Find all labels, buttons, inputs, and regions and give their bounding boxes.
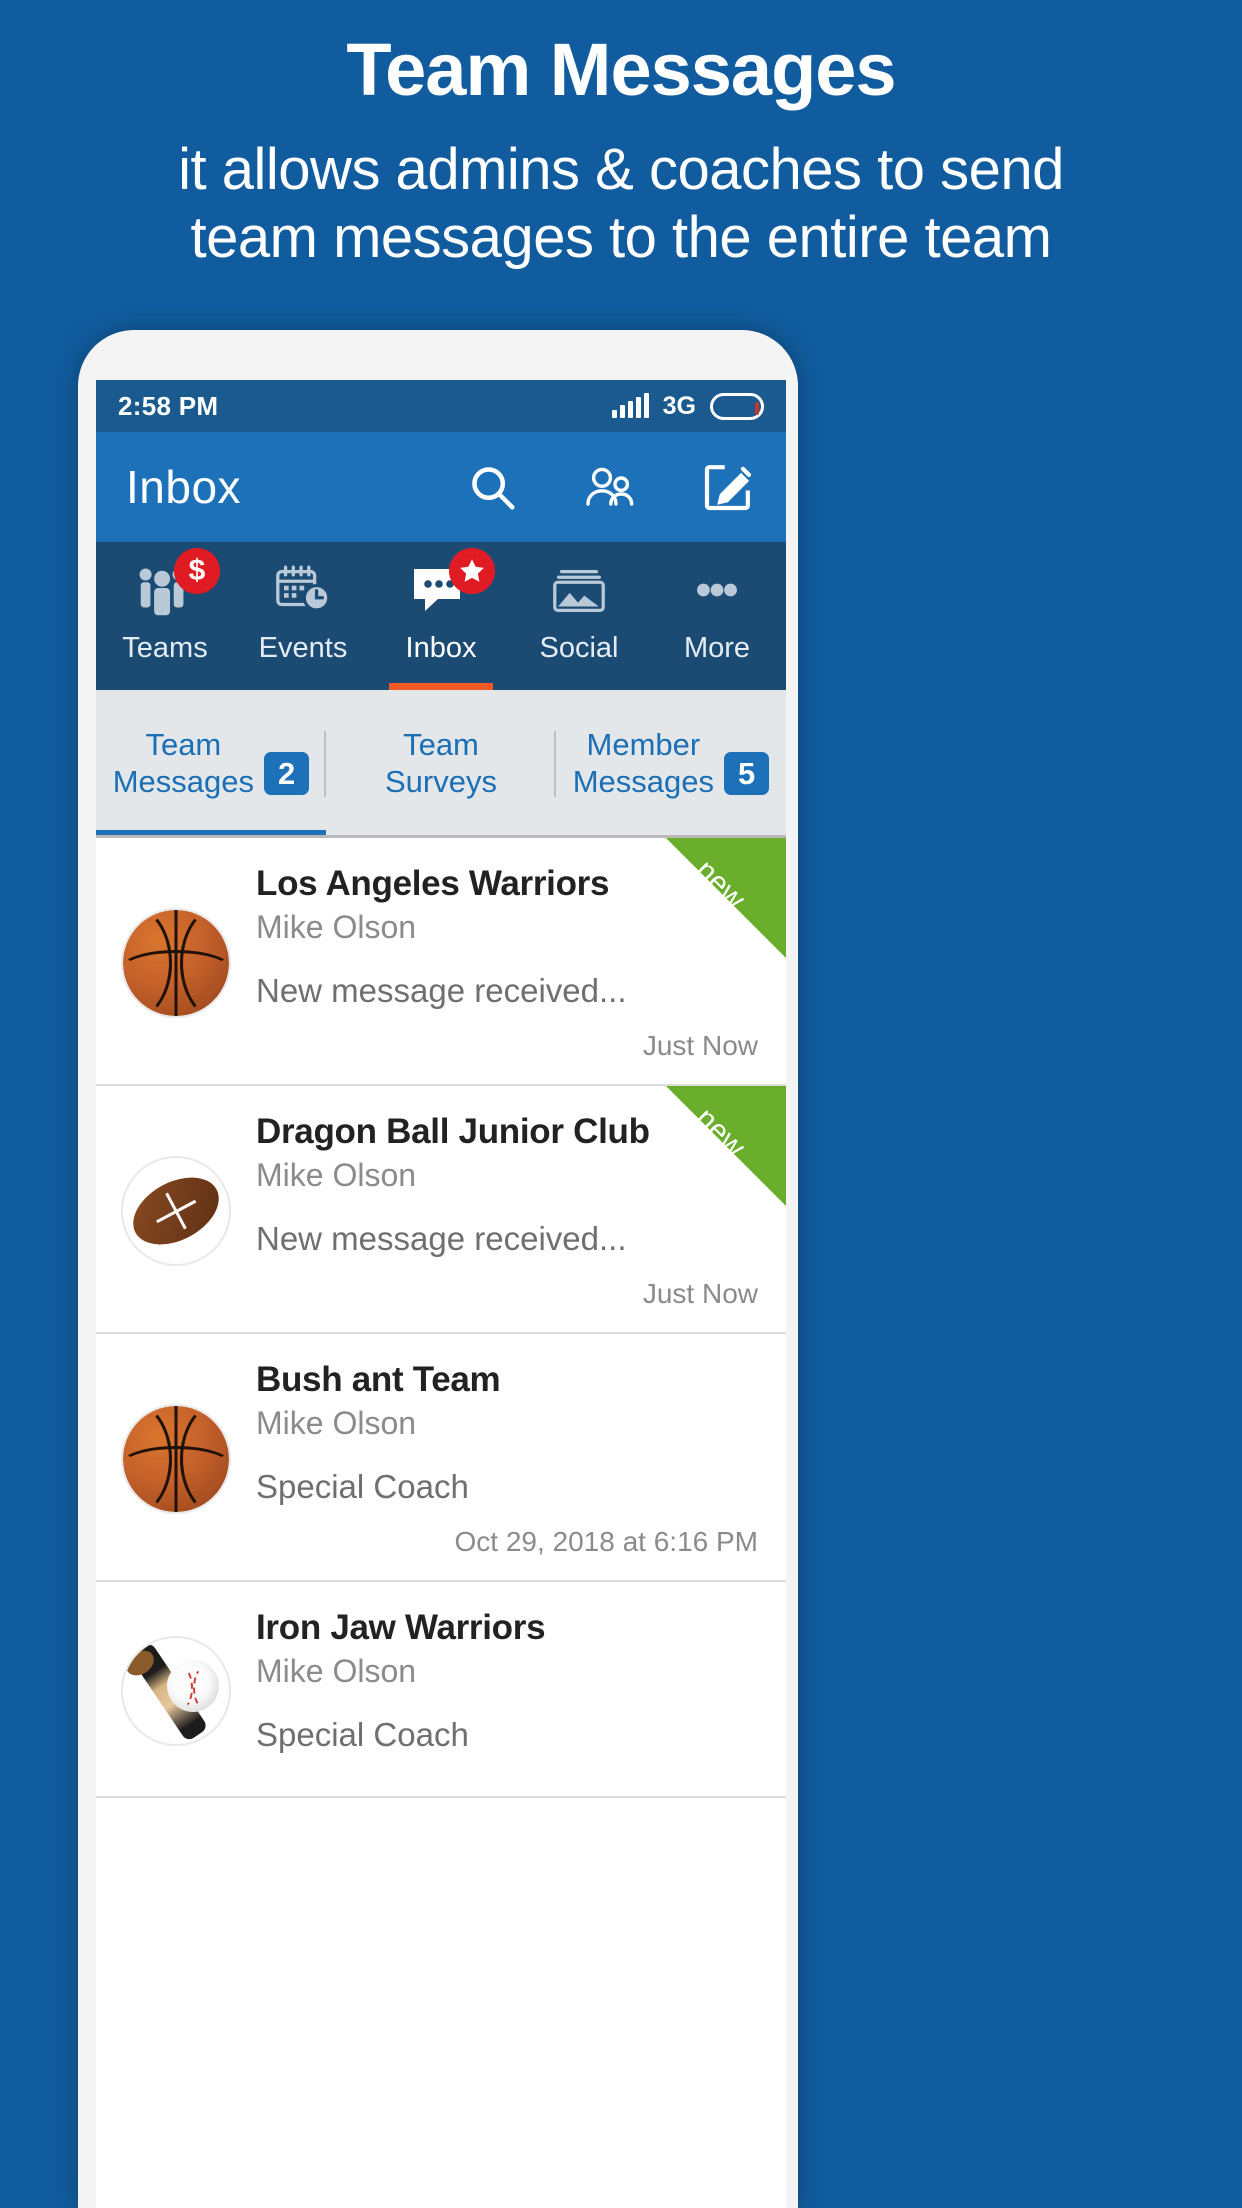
basketball-icon: [123, 910, 229, 1016]
message-timestamp: Just Now: [642, 1278, 758, 1309]
message-timestamp: Oct 29, 2018 at 6:16 PM: [454, 1526, 758, 1557]
message-body: Los Angeles Warriors Mike Olson New mess…: [256, 864, 786, 1062]
baseball-bat-icon: [123, 1638, 229, 1744]
search-icon[interactable]: [464, 459, 520, 515]
table-row[interactable]: Los Angeles Warriors Mike Olson New mess…: [96, 838, 786, 1086]
app-bar-title: Inbox: [126, 461, 242, 513]
chat-bubble-icon: [409, 548, 495, 622]
signal-bars-icon: [611, 393, 649, 418]
sub-tabs: Team Messages 2 Team Surveys Member Mess…: [96, 690, 786, 838]
tab-team-surveys[interactable]: Team Surveys: [326, 690, 556, 838]
message-team-name: Los Angeles Warriors: [256, 864, 610, 903]
tab-line-1: Team: [145, 727, 222, 763]
tab-line-2: Messages: [112, 764, 255, 799]
avatar: [123, 1158, 229, 1264]
table-row[interactable]: Dragon Ball Junior Club Mike Olson New m…: [96, 1086, 786, 1334]
tab-line-1: Member: [586, 727, 701, 763]
message-body: Dragon Ball Junior Club Mike Olson New m…: [256, 1112, 786, 1310]
calendar-clock-icon: [272, 558, 334, 622]
nav-label-social: Social: [539, 632, 619, 664]
nav-label-more: More: [683, 632, 751, 664]
nav-item-social[interactable]: Social: [510, 542, 648, 690]
message-team-name: Dragon Ball Junior Club: [256, 1112, 650, 1151]
message-preview: New message received...: [256, 972, 627, 1009]
avatar-cell: [96, 1608, 256, 1774]
nav-item-teams[interactable]: $ Teams: [96, 542, 234, 690]
avatar: [123, 1638, 229, 1744]
inbox-badge-star: [449, 548, 495, 594]
nav-item-more[interactable]: More: [648, 542, 786, 690]
tab-line-2: Surveys: [385, 764, 497, 799]
main-nav: $ Teams Events Inbox Social More: [96, 542, 786, 690]
message-preview: Special Coach: [256, 1716, 469, 1753]
message-sender: Mike Olson: [256, 1405, 417, 1441]
message-timestamp: Just Now: [642, 1030, 758, 1061]
tab-team-messages-badge: 2: [264, 751, 310, 795]
message-preview: Special Coach: [256, 1468, 469, 1505]
avatar-cell: [96, 1360, 256, 1558]
promo-subtitle: it allows admins & coaches to send team …: [178, 136, 1064, 271]
teams-badge: $: [174, 548, 220, 594]
tab-line-1: Team: [403, 727, 479, 763]
nav-label-events: Events: [258, 632, 348, 664]
message-sender: Mike Olson: [256, 909, 417, 945]
people-icon[interactable]: [582, 459, 638, 515]
people-group-icon: $: [132, 548, 220, 622]
nav-label-teams: Teams: [122, 632, 208, 664]
avatar: [123, 910, 229, 1016]
nav-item-events[interactable]: Events: [234, 542, 372, 690]
message-team-name: Bush ant Team: [256, 1360, 501, 1399]
nav-item-inbox[interactable]: Inbox: [372, 542, 510, 690]
network-type-label: 3G: [662, 391, 696, 420]
compose-icon[interactable]: [700, 459, 756, 515]
photo-stack-icon: [548, 558, 610, 622]
app-bar: Inbox: [96, 432, 786, 542]
message-sender: Mike Olson: [256, 1653, 417, 1689]
basketball-icon: [123, 1406, 229, 1512]
avatar-cell: [96, 864, 256, 1062]
message-preview: New message received...: [256, 1220, 627, 1257]
message-body: Iron Jaw Warriors Mike Olson Special Coa…: [256, 1608, 786, 1774]
avatar-cell: [96, 1112, 256, 1310]
status-bar: 2:58 PM 3G: [96, 380, 786, 432]
tab-member-messages-label: Member Messages: [573, 727, 714, 800]
tab-team-messages-label: Team Messages: [113, 727, 254, 800]
nav-label-inbox: Inbox: [405, 632, 477, 664]
football-icon: [123, 1158, 229, 1264]
phone-mockup: 2:58 PM 3G Inbox $ Teams Events Inbox So…: [78, 330, 798, 2208]
message-team-name: Iron Jaw Warriors: [256, 1608, 546, 1647]
tab-team-messages[interactable]: Team Messages 2: [96, 690, 326, 838]
promo-header: Team Messages it allows admins & coaches…: [0, 0, 1242, 273]
message-sender: Mike Olson: [256, 1157, 417, 1193]
ellipsis-icon: [686, 558, 748, 622]
status-indicators: 3G: [611, 391, 764, 421]
tab-team-surveys-label: Team Surveys: [385, 727, 497, 800]
table-row[interactable]: Iron Jaw Warriors Mike Olson Special Coa…: [96, 1582, 786, 1798]
tab-line-2: Messages: [572, 764, 715, 799]
message-body: Bush ant Team Mike Olson Special Coach O…: [256, 1360, 786, 1558]
page-title: Team Messages: [346, 28, 896, 111]
app-bar-actions: [464, 459, 756, 515]
tab-member-messages-badge: 5: [724, 751, 770, 795]
avatar: [123, 1406, 229, 1512]
battery-icon: [710, 392, 764, 420]
nav-active-indicator: [388, 683, 494, 690]
message-list: Los Angeles Warriors Mike Olson New mess…: [96, 838, 786, 1798]
table-row[interactable]: Bush ant Team Mike Olson Special Coach O…: [96, 1334, 786, 1582]
tab-member-messages[interactable]: Member Messages 5: [556, 690, 786, 838]
status-time: 2:58 PM: [118, 390, 219, 421]
phone-screen: 2:58 PM 3G Inbox $ Teams Events Inbox So…: [96, 380, 786, 2208]
